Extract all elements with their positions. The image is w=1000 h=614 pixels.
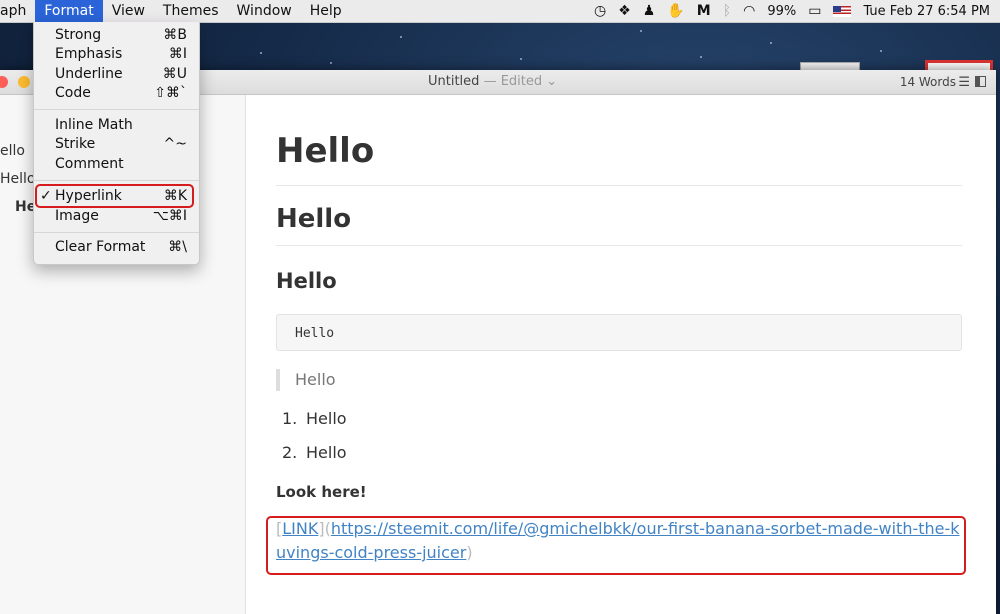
menu-item-hyperlink[interactable]: ✓ Hyperlink ⌘K	[34, 187, 199, 206]
list-item[interactable]: 2. Hello	[282, 443, 347, 462]
heading-2[interactable]: Hello	[276, 204, 351, 234]
menu-item-shortcut: ⌘B	[163, 27, 187, 43]
menu-help[interactable]: Help	[301, 0, 351, 22]
menu-item-label: Code	[55, 85, 91, 101]
menu-item-shortcut: ⌥⌘I	[152, 208, 187, 224]
bold-text[interactable]: Look here!	[276, 483, 367, 501]
menu-item-label: Hyperlink	[55, 188, 122, 204]
menu-item-underline[interactable]: Underline ⌘U	[34, 65, 199, 84]
flask-icon[interactable]: ♟	[643, 3, 656, 19]
list-item[interactable]: 1. Hello	[282, 409, 347, 428]
list-number: 1.	[282, 409, 298, 428]
link-url[interactable]: https://steemit.com/life/@gmichelbkk/our…	[276, 519, 960, 562]
menu-item-shortcut: ^~	[163, 136, 187, 152]
timer-icon[interactable]: ◷	[594, 3, 606, 19]
battery-percentage: 99%	[767, 3, 797, 19]
bluetooth-icon[interactable]: ᛒ	[723, 3, 731, 19]
outline-list-icon[interactable]: ☰	[958, 75, 970, 90]
outline-item-h2[interactable]: Hello	[0, 171, 36, 187]
menu-item-shortcut: ⌘K	[163, 188, 187, 204]
menu-item-label: Strong	[55, 27, 102, 43]
menu-separator	[34, 180, 199, 181]
code-block[interactable]: Hello	[276, 314, 962, 351]
menu-item-emphasis[interactable]: Emphasis ⌘I	[34, 45, 199, 64]
menu-separator	[34, 109, 199, 110]
list-item-text: Hello	[306, 409, 347, 428]
link-close-paren: )	[466, 543, 473, 562]
hand-icon[interactable]: ✋	[667, 3, 684, 19]
clock[interactable]: Tue Feb 27 6:54 PM	[863, 4, 990, 19]
malwarebytes-icon[interactable]: M	[697, 3, 711, 19]
battery-icon[interactable]: ▭	[808, 3, 821, 19]
menu-item-shortcut: ⌘I	[168, 46, 187, 62]
minimize-button[interactable]	[18, 76, 30, 88]
menu-view[interactable]: View	[103, 0, 154, 22]
menu-item-label: Comment	[55, 156, 124, 172]
dropbox-icon[interactable]: ❖	[618, 3, 631, 19]
menu-item-label: Image	[55, 208, 99, 224]
menu-themes[interactable]: Themes	[154, 0, 228, 22]
menu-item-strike[interactable]: Strike ^~	[34, 135, 199, 154]
menu-format[interactable]: Format	[35, 0, 103, 25]
heading-1[interactable]: Hello	[276, 131, 374, 171]
menu-item-shortcut: ⇧⌘`	[154, 85, 187, 101]
format-menu: Strong ⌘B Emphasis ⌘I Underline ⌘U Code …	[33, 22, 200, 265]
markdown-link[interactable]: [LINK](https://steemit.com/life/@gmichel…	[276, 517, 964, 565]
menu-item-label: Inline Math	[55, 117, 133, 133]
list-item-text: Hello	[306, 443, 347, 462]
checkmark-icon: ✓	[40, 188, 52, 204]
us-flag-icon[interactable]	[833, 5, 852, 17]
link-text[interactable]: LINK	[282, 519, 318, 538]
heading-2-divider	[276, 245, 962, 246]
word-count[interactable]: 14 Words	[900, 75, 956, 89]
menu-window[interactable]: Window	[228, 0, 301, 22]
menu-item-label: Strike	[55, 136, 96, 152]
window-title[interactable]: Untitled — Edited ⌄	[428, 74, 557, 89]
menu-item-shortcut: ⌘\	[168, 239, 187, 255]
outline-item-h1[interactable]: ello	[0, 143, 25, 159]
list-number: 2.	[282, 443, 298, 462]
menu-item-code[interactable]: Code ⇧⌘`	[34, 84, 199, 103]
menu-separator	[34, 232, 199, 233]
close-button[interactable]	[0, 76, 8, 88]
wifi-icon[interactable]: ◠	[743, 3, 755, 19]
menu-item-comment[interactable]: Comment	[34, 155, 199, 174]
blockquote[interactable]: Hello	[276, 369, 336, 391]
menu-item-label: Clear Format	[55, 239, 146, 255]
link-middle-syntax: ](	[318, 519, 331, 538]
menu-item-clear-format[interactable]: Clear Format ⌘\	[34, 238, 199, 257]
menu-bar: aph Format View Themes Window Help ◷ ❖ ♟…	[0, 0, 1000, 25]
heading-1-divider	[276, 185, 962, 186]
menu-item-strong[interactable]: Strong ⌘B	[34, 26, 199, 45]
menu-item-label: Underline	[55, 66, 123, 82]
document-name: Untitled	[428, 74, 480, 89]
edited-indicator: — Edited ⌄	[479, 74, 558, 89]
heading-3[interactable]: Hello	[276, 269, 337, 293]
menu-item-image[interactable]: Image ⌥⌘I	[34, 207, 199, 226]
menu-item-inline-math[interactable]: Inline Math	[34, 116, 199, 135]
sidebar-toggle-icon[interactable]	[975, 76, 986, 87]
status-area: ◷ ❖ ♟ ✋ M ᛒ ◠ 99% ▭ Tue Feb 27 6:54 PM	[594, 3, 1000, 19]
menu-item-shortcut: ⌘U	[162, 66, 187, 82]
menu-paragraph[interactable]: aph	[0, 0, 35, 22]
menu-item-label: Emphasis	[55, 46, 123, 62]
